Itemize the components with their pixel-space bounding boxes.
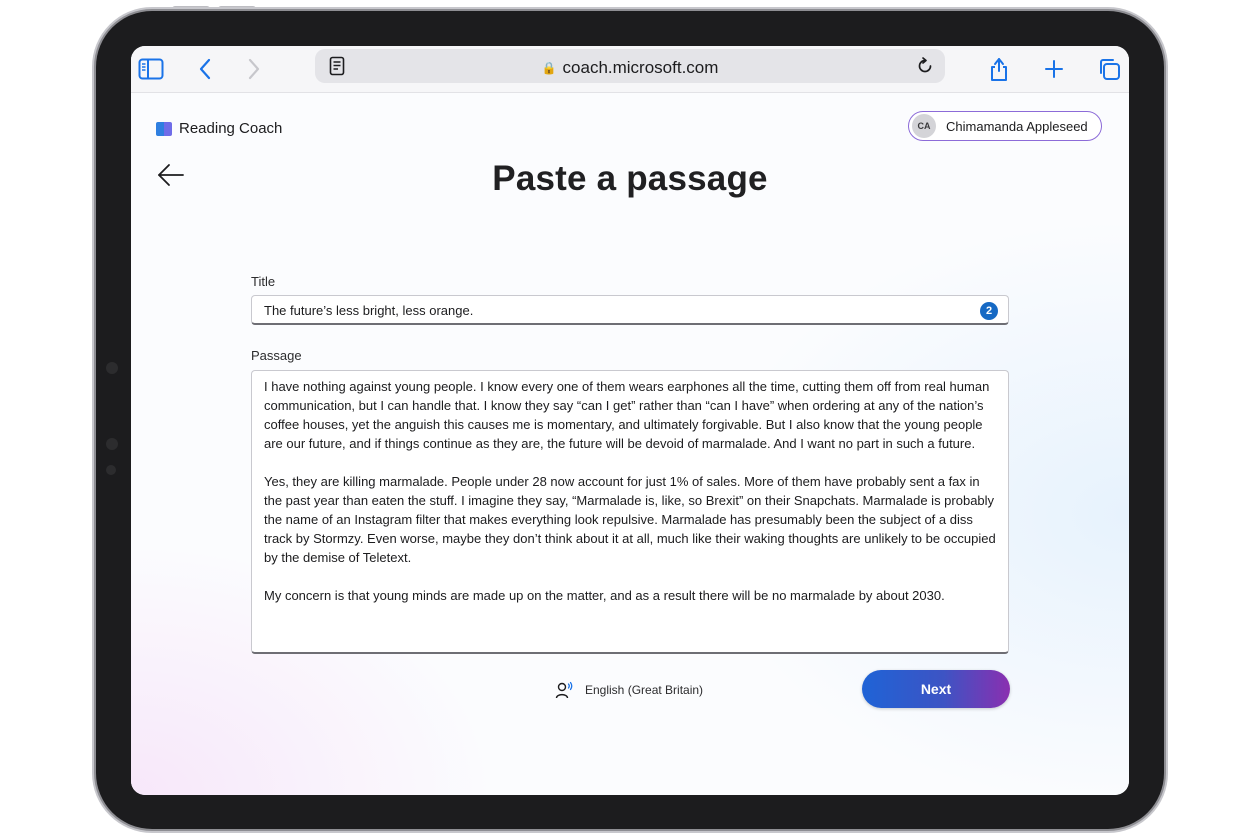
share-icon[interactable] — [985, 55, 1013, 83]
title-count-badge: 2 — [980, 302, 998, 320]
sidebar-toggle-icon[interactable] — [137, 55, 165, 83]
language-label: English (Great Britain) — [585, 683, 704, 697]
tab-overview-icon[interactable] — [1095, 55, 1123, 83]
new-tab-icon[interactable] — [1040, 55, 1068, 83]
passage-label: Passage — [251, 348, 302, 363]
browser-toolbar: 🔒 coach.microsoft.com — [131, 46, 1129, 93]
ipad-screen: 🔒 coach.microsoft.com Reading Coach CA Ch… — [131, 46, 1129, 795]
url-text: coach.microsoft.com — [562, 58, 719, 77]
user-name: Chimamanda Appleseed — [946, 118, 1088, 134]
address-bar[interactable]: 🔒 coach.microsoft.com — [315, 49, 945, 83]
app-brand[interactable]: Reading Coach — [156, 120, 282, 137]
camera-dot — [106, 362, 118, 374]
page-title: Paste a passage — [492, 159, 768, 198]
avatar: CA — [912, 114, 936, 138]
reading-coach-logo-icon — [156, 121, 173, 136]
forward-icon[interactable] — [240, 55, 268, 83]
url-display: 🔒 coach.microsoft.com — [315, 58, 945, 78]
sensor-dot-2 — [106, 465, 116, 475]
title-input-value: The future’s less bright, less orange. — [264, 303, 474, 318]
reload-icon[interactable] — [911, 52, 939, 80]
back-icon[interactable] — [191, 55, 219, 83]
voice-language-icon — [555, 681, 573, 699]
app-name: Reading Coach — [179, 120, 283, 137]
title-input[interactable]: The future’s less bright, less orange. 2 — [251, 295, 1009, 325]
language-selector[interactable]: English (Great Britain) — [555, 680, 703, 700]
lock-icon: 🔒 — [541, 61, 557, 75]
passage-paragraph: My concern is that young minds are made … — [264, 588, 945, 603]
passage-textarea[interactable]: I have nothing against young people. I k… — [251, 370, 1009, 654]
passage-content: I have nothing against young people. I k… — [264, 377, 996, 624]
next-button[interactable]: Next — [862, 670, 1010, 708]
sensor-dot — [106, 438, 118, 450]
reading-coach-page: Reading Coach CA Chimamanda Appleseed Pa… — [131, 93, 1129, 795]
title-label: Title — [251, 274, 276, 289]
passage-paragraph: Yes, they are killing marmalade. People … — [264, 474, 996, 565]
user-account-button[interactable]: CA Chimamanda Appleseed — [908, 111, 1102, 141]
passage-paragraph: I have nothing against young people. I k… — [264, 379, 990, 451]
